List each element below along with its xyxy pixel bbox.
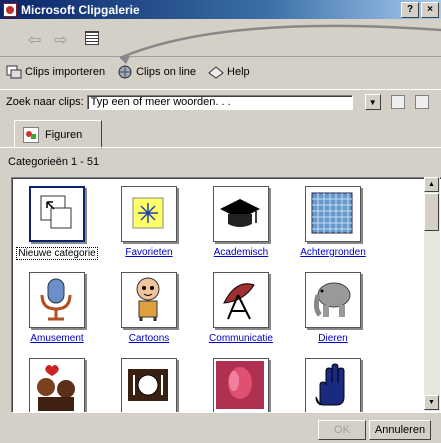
globe-icon <box>117 65 133 79</box>
graduation-cap-icon <box>213 186 269 242</box>
category-cartoons[interactable]: Cartoons <box>108 272 190 344</box>
clips-online-label: Clips on line <box>136 66 197 78</box>
clipgallery-app-icon <box>3 2 17 17</box>
close-title-button[interactable]: × <box>421 1 439 18</box>
toolbar: Clips importeren Clips on line Help <box>0 57 441 87</box>
elephant-icon <box>305 272 361 328</box>
category-favorieten[interactable]: Favorieten <box>108 186 190 258</box>
scroll-up-button[interactable]: ▲ <box>424 177 439 192</box>
category-label: Communicatie <box>209 333 273 344</box>
category-clip[interactable] <box>200 358 282 412</box>
category-label: Favorieten <box>125 247 173 258</box>
star-icon <box>121 186 177 242</box>
scroll-down-button[interactable]: ▼ <box>424 395 439 410</box>
clips-online-button[interactable]: Clips on line <box>117 65 196 79</box>
dialog-buttons: OK Annuleren <box>0 414 441 443</box>
category-clip[interactable] <box>108 358 190 412</box>
help-book-icon <box>208 65 224 79</box>
category-academisch[interactable]: Academisch <box>200 186 282 258</box>
search-input-value: Typ een of meer woorden. . . <box>90 96 231 108</box>
category-new[interactable]: Nieuwe categorie <box>16 186 98 260</box>
window-title: Microsoft Clipgalerie <box>21 2 140 17</box>
tab-figuren-label: Figuren <box>45 128 83 141</box>
category-label: Cartoons <box>128 333 170 344</box>
category-label: Amusement <box>30 333 84 344</box>
gallery-scrollbar[interactable]: ▲ ▼ <box>424 177 440 411</box>
couple-heart-icon <box>29 358 85 412</box>
import-clips-label: Clips importeren <box>25 66 106 78</box>
cartoon-child-icon <box>121 272 177 328</box>
import-clips-icon <box>6 65 22 79</box>
help-button[interactable]: Help <box>208 65 250 79</box>
tab-divider <box>0 147 441 148</box>
help-label: Help <box>227 66 250 78</box>
satellite-dish-icon <box>213 272 269 328</box>
back-arrow-icon[interactable]: ⇦ <box>28 30 41 50</box>
ok-button[interactable]: OK <box>318 420 366 440</box>
dining-icon <box>121 358 177 412</box>
help-title-button[interactable]: ? <box>401 1 419 18</box>
category-label: Nieuwe categorie <box>16 247 98 260</box>
search-dropdown-button[interactable]: ▼ <box>364 94 381 110</box>
import-clips-button[interactable]: Clips importeren <box>6 65 105 79</box>
forward-arrow-icon[interactable]: ⇨ <box>54 30 67 50</box>
search-input[interactable]: Typ een of meer woorden. . . <box>86 94 353 110</box>
background-pattern-icon <box>305 186 361 242</box>
copy-icon[interactable] <box>390 95 405 109</box>
category-label: Academisch <box>213 247 269 258</box>
search-label: Zoek naar clips: <box>6 96 84 108</box>
cancel-button[interactable]: Annuleren <box>369 420 431 440</box>
paste-icon[interactable] <box>414 95 429 109</box>
tab-row: Figuren <box>0 117 441 149</box>
tulip-photo-icon <box>213 358 269 412</box>
microphone-icon <box>29 272 85 328</box>
category-communicatie[interactable]: Communicatie <box>200 272 282 344</box>
category-label: Dieren <box>318 333 348 344</box>
new-category-icon <box>29 186 85 242</box>
category-label: Achtergronden <box>300 247 366 258</box>
category-achtergronden[interactable]: Achtergronden <box>292 186 374 258</box>
category-clip[interactable] <box>16 358 98 412</box>
clip-gallery: Nieuwe categorie Favorieten Academisch A… <box>11 177 441 413</box>
search-row: Zoek naar clips: Typ een of meer woorden… <box>0 89 441 114</box>
title-bar: Microsoft Clipgalerie ? × <box>0 0 441 19</box>
category-clip[interactable] <box>292 358 374 412</box>
view-grid-icon[interactable] <box>85 31 99 45</box>
category-dieren[interactable]: Dieren <box>292 272 374 344</box>
category-amusement[interactable]: Amusement <box>16 272 98 344</box>
tab-figuren[interactable]: Figuren <box>14 120 102 149</box>
figures-tab-icon <box>23 126 39 143</box>
scroll-thumb[interactable] <box>424 193 439 231</box>
hand-icon <box>305 358 361 412</box>
category-count: Categorieën 1 - 51 <box>8 156 100 168</box>
